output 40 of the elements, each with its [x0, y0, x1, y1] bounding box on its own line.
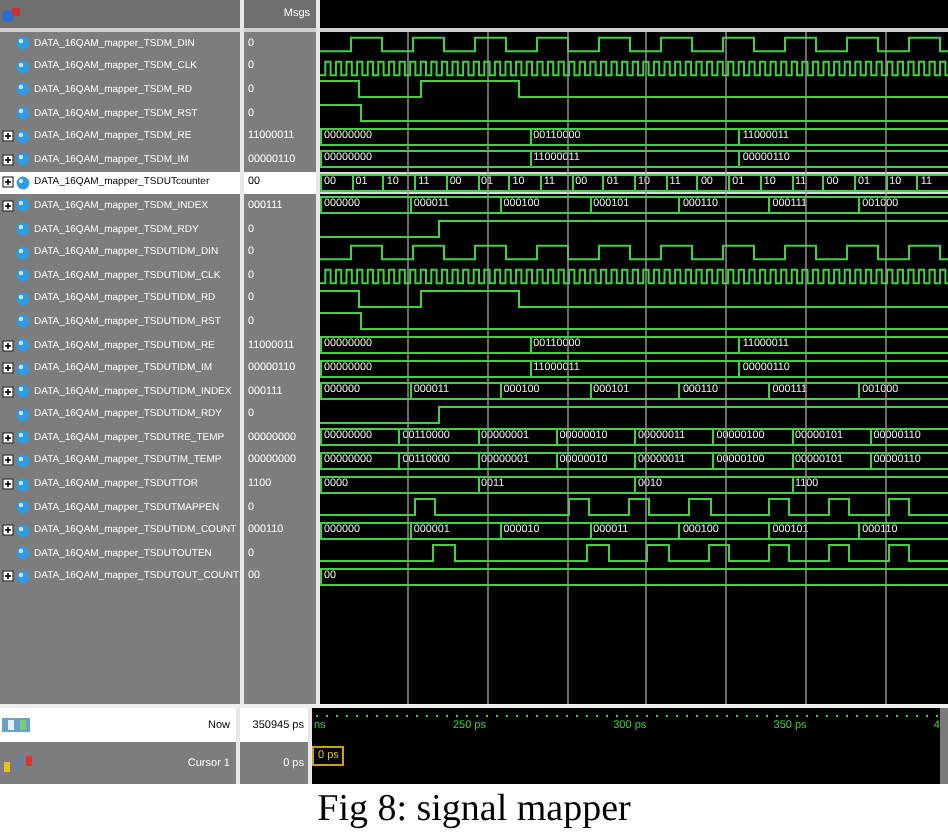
signal-icon [16, 430, 30, 445]
signal-icon [16, 500, 30, 515]
signal-icon [16, 222, 30, 237]
expand-icon[interactable] [2, 570, 14, 583]
expand-icon[interactable] [2, 339, 14, 352]
signal-icon [16, 384, 30, 399]
expand-icon[interactable] [2, 153, 14, 166]
signal-icon [16, 129, 30, 144]
cursor-icon[interactable] [2, 754, 34, 772]
expand-icon[interactable] [2, 362, 14, 375]
signal-icon [16, 338, 30, 353]
signal-icon [16, 198, 30, 213]
toolbar-icon[interactable] [2, 716, 30, 734]
signal-icon [16, 361, 30, 376]
expand-icon[interactable] [2, 130, 14, 143]
signal-icon [16, 106, 30, 121]
signal-icon [16, 268, 30, 283]
expand-icon[interactable] [2, 431, 14, 444]
expand-icon[interactable] [2, 524, 14, 537]
expand-icon[interactable] [2, 478, 14, 491]
signal-icon [16, 314, 30, 329]
signal-icon [16, 477, 30, 492]
expand-icon[interactable] [2, 199, 14, 212]
wave-icon [2, 5, 22, 23]
signal-icon [16, 175, 30, 190]
expand-icon[interactable] [2, 454, 14, 467]
signal-icon [16, 453, 30, 468]
signal-icon [16, 59, 30, 74]
signal-icon [16, 36, 30, 51]
signal-icon [16, 569, 30, 584]
signal-icon [16, 407, 30, 422]
signal-icon [16, 82, 30, 97]
signal-icon [16, 523, 30, 538]
expand-icon[interactable] [2, 176, 14, 189]
signal-icon [16, 245, 30, 260]
expand-icon[interactable] [2, 385, 14, 398]
signal-icon [16, 546, 30, 561]
figure-caption: Fig 8: signal mapper [315, 786, 633, 834]
signal-icon [16, 152, 30, 167]
signal-icon [16, 291, 30, 306]
